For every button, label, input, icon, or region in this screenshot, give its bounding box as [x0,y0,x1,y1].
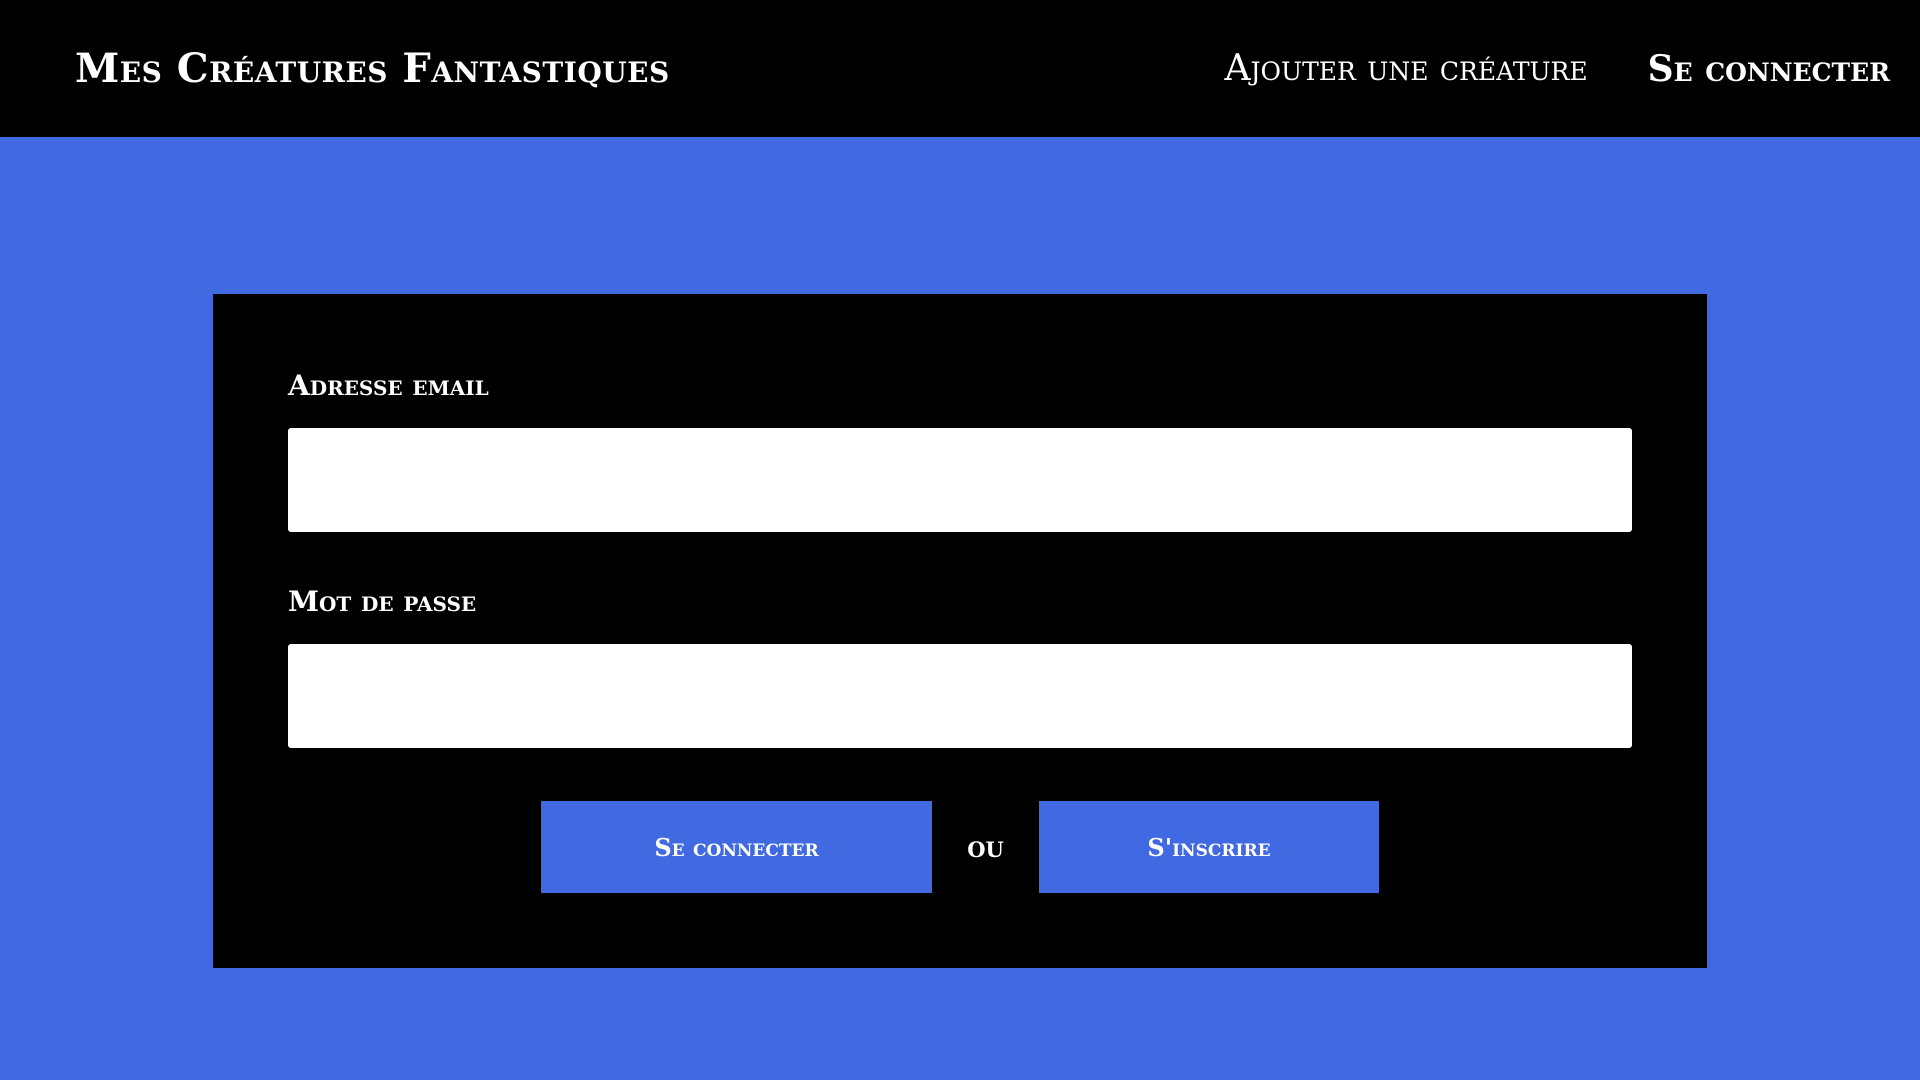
site-title[interactable]: Mes Créatures Fantastiques [75,45,670,92]
email-input[interactable] [288,428,1632,532]
login-form: Adresse email Mot de passe Se connecter … [213,294,1707,968]
or-separator: ou [967,829,1004,865]
password-input[interactable] [288,644,1632,748]
form-actions: Se connecter ou S'inscrire [213,801,1707,893]
email-label: Adresse email [288,369,489,402]
nav-link-login[interactable]: Se connecter [1648,48,1890,90]
signup-button[interactable]: S'inscrire [1039,801,1379,893]
login-button[interactable]: Se connecter [541,801,932,893]
password-label: Mot de passe [288,585,477,618]
top-navbar: Mes Créatures Fantastiques Ajouter une c… [0,0,1920,137]
nav-links: Ajouter une créature Se connecter [1225,48,1890,90]
nav-link-add-creature[interactable]: Ajouter une créature [1225,48,1588,89]
